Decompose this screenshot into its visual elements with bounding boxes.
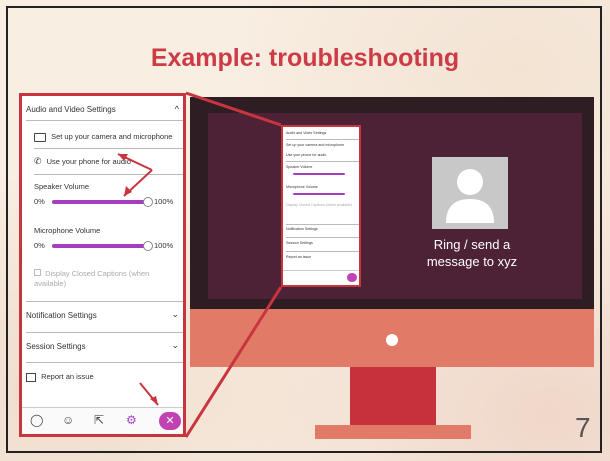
speaker-volume-label: Speaker Volume xyxy=(34,182,90,191)
divider xyxy=(34,174,183,175)
camera-setup-label: Set up your camera and microphone xyxy=(51,132,173,141)
camera-icon xyxy=(34,132,46,142)
microphone-volume-knob[interactable] xyxy=(143,241,153,251)
mini-phone-audio: Use your phone for audio xyxy=(286,153,327,157)
settings-panel: Audio and Video Settings ^ Set up your c… xyxy=(19,93,186,437)
divider xyxy=(286,139,359,140)
mini-audio-video-title: Audio and Video Settings xyxy=(286,131,327,135)
microphone-volume-label: Microphone Volume xyxy=(34,226,101,235)
mini-camera-setup: Set up your camera and microphone xyxy=(286,143,345,147)
chevron-down-icon[interactable]: ⌄ xyxy=(171,309,179,320)
divider xyxy=(26,362,183,363)
share-icon[interactable]: ⇱ xyxy=(94,413,104,427)
chat-icon[interactable]: ◯ xyxy=(30,413,43,427)
close-button[interactable]: ✕ xyxy=(159,412,181,430)
audio-video-settings-title[interactable]: Audio and Video Settings xyxy=(26,105,179,114)
caller-message: Ring / send a message to xyz xyxy=(426,237,518,269)
chevron-down-icon[interactable]: ⌄ xyxy=(171,340,179,351)
attendees-icon[interactable]: ☺ xyxy=(62,413,74,427)
gear-icon[interactable]: ⚙ xyxy=(126,413,137,427)
checkbox[interactable] xyxy=(34,269,41,276)
phone-audio-label: Use your phone for audio xyxy=(46,157,131,166)
report-issue-label: Report an issue xyxy=(41,372,94,381)
monitor-stand xyxy=(350,367,436,425)
mini-report-issue: Report an issue xyxy=(286,255,312,259)
divider xyxy=(286,251,359,252)
avatar xyxy=(432,157,508,229)
mini-session-title: Session Settings xyxy=(286,241,313,245)
camera-setup-button[interactable]: Set up your camera and microphone xyxy=(34,132,179,142)
mic-min-label: 0% xyxy=(34,241,45,250)
divider xyxy=(286,161,359,162)
power-indicator xyxy=(386,334,398,346)
mini-close-button xyxy=(347,273,357,282)
slide-title: Example: troubleshooting xyxy=(150,44,460,72)
mini-notification-title: Notification Settings xyxy=(286,227,318,231)
monitor-base xyxy=(315,425,471,439)
mic-max-label: 100% xyxy=(154,241,174,250)
divider xyxy=(26,332,183,333)
slide-number: 7 xyxy=(575,412,591,443)
phone-audio-button[interactable]: ✆ Use your phone for audio xyxy=(34,156,179,167)
mini-speaker-slider xyxy=(293,173,345,175)
mini-toolbar xyxy=(283,270,359,285)
closed-captions-option[interactable]: Display Closed Captions (when available) xyxy=(34,269,154,289)
divider xyxy=(26,120,183,121)
mini-captions: Display Closed Captions (when available) xyxy=(286,203,353,207)
divider xyxy=(26,301,183,302)
session-settings-title[interactable]: Session Settings xyxy=(26,342,179,351)
microphone-volume-slider[interactable] xyxy=(52,244,150,248)
user-avatar-icon xyxy=(446,169,494,223)
mini-settings-panel: Audio and Video Settings Set up your cam… xyxy=(281,125,361,287)
report-issue-button[interactable]: Report an issue xyxy=(26,372,179,382)
speaker-max-label: 100% xyxy=(154,197,174,206)
divider xyxy=(286,224,359,225)
mini-speaker-label: Speaker Volume xyxy=(286,165,313,169)
closed-captions-label: Display Closed Captions (when available) xyxy=(34,269,150,288)
monitor-screen xyxy=(208,113,582,299)
notification-settings-title[interactable]: Notification Settings xyxy=(26,311,179,320)
speaker-min-label: 0% xyxy=(34,197,45,206)
divider xyxy=(34,148,183,149)
speaker-volume-slider[interactable] xyxy=(52,200,150,204)
phone-icon: ✆ xyxy=(34,156,42,166)
mini-mic-slider xyxy=(293,193,345,195)
mini-mic-label: Microphone Volume xyxy=(286,185,318,189)
bottom-toolbar: ◯ ☺ ⇱ ⚙ ✕ xyxy=(22,407,183,434)
divider xyxy=(286,237,359,238)
chevron-up-icon[interactable]: ^ xyxy=(175,104,179,114)
speaker-volume-knob[interactable] xyxy=(143,197,153,207)
flag-icon xyxy=(26,372,36,382)
